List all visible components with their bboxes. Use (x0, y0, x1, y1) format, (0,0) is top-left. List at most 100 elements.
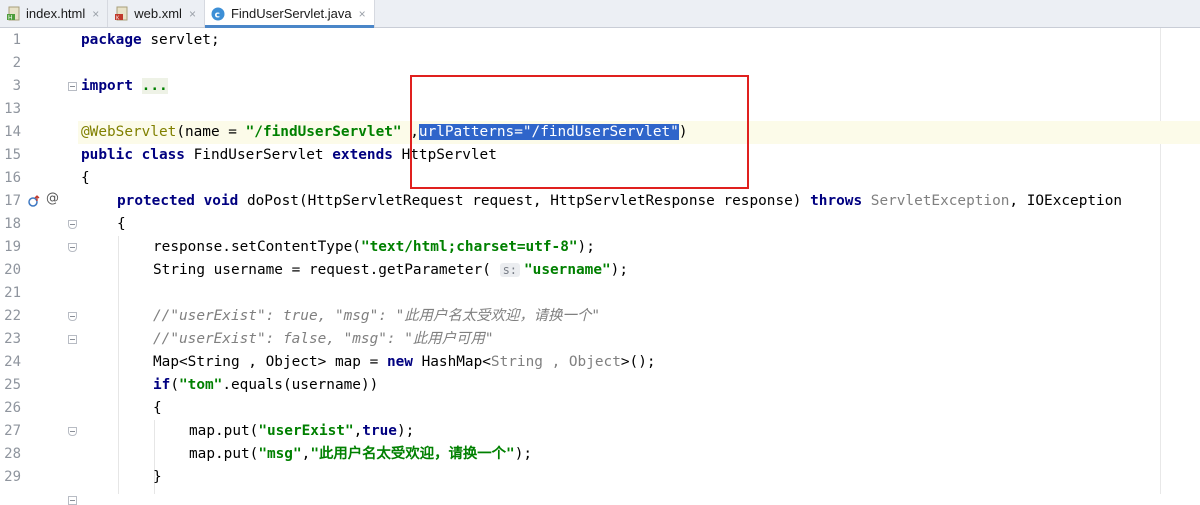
tab-label: index.html (26, 6, 86, 21)
svg-text:H: H (8, 15, 13, 22)
code-text: protected void doPost(HttpServletRequest… (117, 190, 1122, 213)
svg-text:c: c (215, 10, 220, 20)
tab-web-xml[interactable]: K web.xml × (108, 0, 205, 27)
line-number: 2 (12, 55, 21, 71)
code-token: map.put( (189, 446, 259, 462)
string-literal: "username" (524, 262, 611, 278)
code-text: { (153, 400, 162, 416)
fold-toggle-icon[interactable] (68, 82, 77, 91)
html-file-icon: H (6, 6, 21, 21)
code-line-18: { (78, 213, 1200, 236)
keyword: public class (81, 147, 185, 163)
fold-toggle-icon[interactable] (68, 312, 77, 321)
close-icon[interactable]: × (92, 7, 99, 21)
code-line-23: //"userExist": false, "msg": "此用户可用" (78, 328, 1200, 351)
line-number: 27 (4, 423, 21, 439)
inferred-type-args: String , Object (490, 354, 621, 370)
java-class-icon: c (211, 6, 226, 21)
line-number: 26 (4, 400, 21, 416)
line-number: 17 (4, 193, 21, 209)
code-text: { (81, 170, 90, 186)
code-token: ( (170, 377, 179, 393)
line-number: 25 (4, 377, 21, 393)
string-literal: "userExist" (258, 423, 354, 439)
keyword: extends (332, 147, 393, 163)
code-text: map.put("userExist",true); (189, 420, 414, 443)
keyword: package (81, 32, 142, 48)
code-line-29: } (78, 466, 1200, 489)
annotation: @WebServlet (81, 124, 177, 140)
code-token: >(); (620, 354, 656, 370)
string-literal: "msg" (258, 446, 302, 462)
code-text: } (153, 469, 162, 485)
editor-gutter: 1 2 3 13 14 15 16 17 18 19 20 21 22 23 2… (0, 28, 78, 505)
annotation-marker-icon[interactable]: @ (46, 191, 59, 206)
code-token: HashMap< (412, 354, 491, 370)
folded-imports[interactable]: ... (141, 78, 168, 94)
code-token: String username = request.getParameter( (153, 262, 500, 278)
line-number: 3 (12, 78, 21, 94)
code-text: import ... (81, 75, 168, 98)
code-line-17: protected void doPost(HttpServletRequest… (78, 190, 1200, 213)
string-literal: "/findUserServlet" (245, 124, 402, 140)
line-number: 13 (4, 101, 21, 117)
line-number: 23 (4, 331, 21, 347)
override-method-icon[interactable] (28, 195, 40, 210)
string-literal: "此用户名太受欢迎，请换一个" (310, 446, 515, 462)
comment: //"userExist": false, "msg": "此用户可用" (153, 331, 494, 347)
comment: //"userExist": true, "msg": "此用户名太受欢迎，请换… (153, 308, 600, 324)
keyword: throws (810, 193, 863, 209)
code-line-24: Map<String , Object> map = new HashMap<S… (78, 351, 1200, 374)
code-text: Map<String , Object> map = new HashMap<S… (153, 351, 656, 374)
tab-index-html[interactable]: H index.html × (0, 0, 109, 27)
line-number: 16 (4, 170, 21, 186)
code-text: { (117, 216, 126, 232)
code-token: .equals(username)) (222, 377, 379, 393)
code-token: , (301, 446, 311, 462)
fold-toggle-icon[interactable] (68, 496, 77, 505)
code-token: , (353, 423, 363, 439)
line-number: 28 (4, 446, 21, 462)
code-token: ); (514, 446, 533, 462)
line-number: 24 (4, 354, 21, 370)
close-icon[interactable]: × (189, 7, 196, 21)
code-token: ); (577, 239, 595, 255)
string-literal: "tom" (179, 377, 223, 393)
code-line-27: map.put("userExist",true); (78, 420, 1200, 443)
unused-exception: ServletException (870, 193, 1010, 209)
line-number: 18 (4, 216, 21, 232)
close-icon[interactable]: × (359, 7, 366, 21)
line-number: 15 (4, 147, 21, 163)
line-number: 29 (4, 469, 21, 485)
code-token: FindUserServlet (184, 147, 333, 163)
line-number: 14 (4, 124, 21, 140)
line-number: 19 (4, 239, 21, 255)
tab-find-user-servlet[interactable]: c FindUserServlet.java × (204, 0, 375, 28)
code-token: ); (610, 262, 628, 278)
code-token: map.put( (189, 423, 259, 439)
line-number: 20 (4, 262, 21, 278)
line-number: 1 (12, 32, 21, 48)
parameter-hint: s: (499, 263, 521, 277)
code-line-25: if("tom".equals(username)) (78, 374, 1200, 397)
fold-toggle-icon[interactable] (68, 427, 77, 436)
keyword: true (362, 423, 397, 439)
fold-toggle-icon[interactable] (68, 243, 77, 252)
code-token: doPost(HttpServletRequest request, HttpS… (238, 193, 811, 209)
code-line-28: map.put("msg","此用户名太受欢迎，请换一个"); (78, 443, 1200, 466)
line-number: 21 (4, 285, 21, 301)
code-token: , IOException (1009, 193, 1123, 209)
code-text: map.put("msg","此用户名太受欢迎，请换一个"); (189, 443, 532, 466)
code-token: response.setContentType( (153, 239, 361, 255)
code-line-22: //"userExist": true, "msg": "此用户名太受欢迎，请换… (78, 305, 1200, 328)
fold-toggle-icon[interactable] (68, 220, 77, 229)
code-line-26: { (78, 397, 1200, 420)
line-number: 22 (4, 308, 21, 324)
code-line-20: String username = request.getParameter( … (78, 259, 1200, 282)
tab-label: web.xml (134, 6, 182, 21)
code-line-19: response.setContentType("text/html;chars… (78, 236, 1200, 259)
code-token: servlet; (141, 32, 220, 48)
fold-toggle-icon[interactable] (68, 335, 77, 344)
